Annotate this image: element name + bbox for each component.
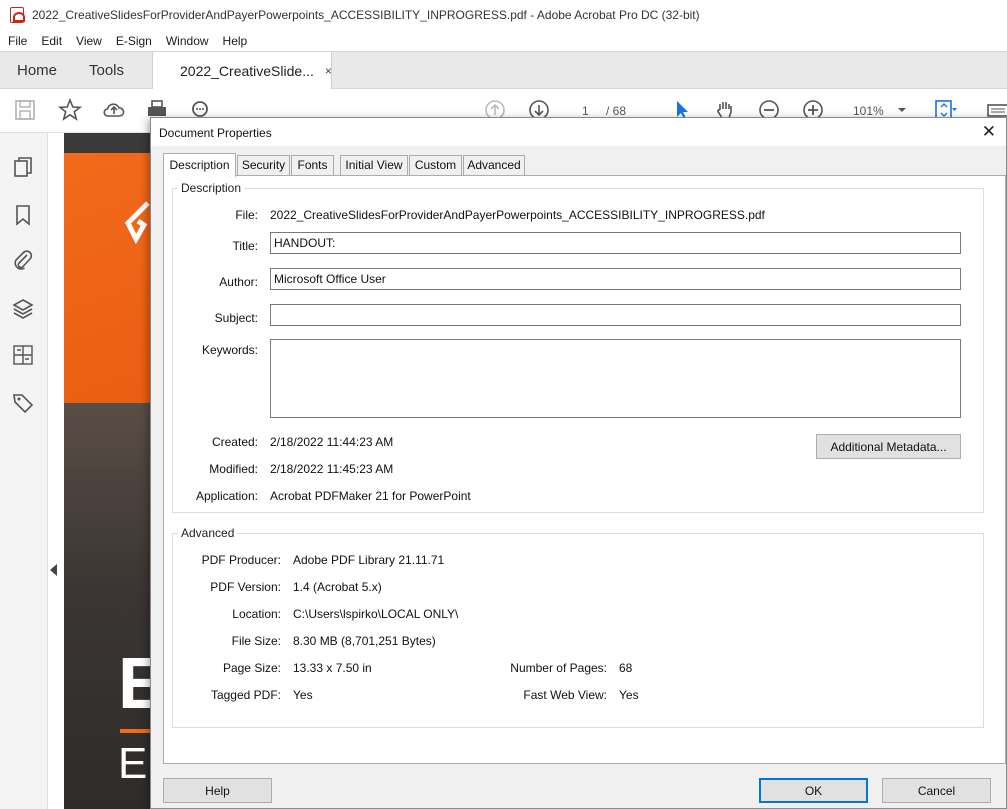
- page-number-input[interactable]: 1: [582, 104, 589, 118]
- title-field[interactable]: [270, 232, 961, 254]
- menu-esign[interactable]: E-Sign: [116, 34, 152, 48]
- content-structure-icon[interactable]: [11, 343, 35, 367]
- pdf-producer-value: Adobe PDF Library 21.11.71: [293, 553, 445, 567]
- tab-fonts[interactable]: Fonts: [291, 155, 334, 176]
- window-title: 2022_CreativeSlidesForProviderAndPayerPo…: [32, 8, 700, 22]
- tab-document[interactable]: 2022_CreativeSlide... ×: [152, 52, 332, 90]
- tagged-pdf-value: Yes: [293, 688, 313, 702]
- tagged-pdf-label: Tagged PDF:: [210, 688, 281, 702]
- description-tab-panel: Description File: 2022_CreativeSlidesFor…: [163, 175, 1006, 764]
- author-field[interactable]: [270, 268, 961, 290]
- menu-help[interactable]: Help: [223, 34, 248, 48]
- tab-tools[interactable]: Tools: [89, 52, 124, 89]
- cancel-button[interactable]: Cancel: [882, 778, 991, 803]
- fast-web-view-value: Yes: [619, 688, 639, 702]
- file-value: 2022_CreativeSlidesForProviderAndPayerPo…: [270, 208, 765, 222]
- acrobat-pdf-icon: [10, 7, 25, 23]
- author-label: Author:: [219, 275, 258, 289]
- close-icon[interactable]: ✕: [982, 121, 996, 143]
- title-bar: 2022_CreativeSlidesForProviderAndPayerPo…: [0, 0, 1007, 30]
- advanced-group-label: Advanced: [178, 526, 238, 540]
- dialog-title: Document Properties: [159, 126, 272, 140]
- collapse-panel-arrow-icon[interactable]: [50, 564, 57, 576]
- tab-home[interactable]: Home: [17, 52, 57, 89]
- created-value: 2/18/2022 11:44:23 AM: [270, 435, 394, 449]
- keywords-field[interactable]: [270, 339, 961, 418]
- pdf-version-value: 1.4 (Acrobat 5.x): [293, 580, 382, 594]
- close-tab-icon[interactable]: ×: [325, 64, 332, 78]
- location-value: C:\Users\lspirko\LOCAL ONLY\: [293, 607, 459, 621]
- document-tab-label: 2022_CreativeSlide...: [180, 63, 314, 79]
- layers-icon[interactable]: [11, 297, 35, 321]
- location-label: Location:: [232, 607, 281, 621]
- app-tab-bar: Home Tools 2022_CreativeSlide... ×: [0, 51, 1007, 90]
- document-properties-dialog: Document Properties ✕ Description Securi…: [150, 117, 1007, 809]
- subject-field[interactable]: [270, 304, 961, 326]
- tags-icon[interactable]: [11, 391, 35, 415]
- page-size-label: Page Size:: [222, 661, 281, 675]
- page-total: / 68: [606, 104, 627, 118]
- subject-label: Subject:: [214, 311, 258, 325]
- left-navigation-rail: [0, 133, 48, 809]
- menu-window[interactable]: Window: [166, 34, 209, 48]
- pdf-producer-label: PDF Producer:: [201, 553, 281, 567]
- fast-web-view-label: Fast Web View:: [523, 688, 607, 702]
- number-of-pages-label: Number of Pages:: [510, 661, 607, 675]
- number-of-pages-value: 68: [619, 661, 633, 675]
- file-size-value: 8.30 MB (8,701,251 Bytes): [293, 634, 436, 648]
- attachment-icon[interactable]: [11, 248, 35, 272]
- tab-initial-view[interactable]: Initial View: [340, 155, 408, 176]
- file-label: File:: [235, 208, 258, 222]
- keywords-label: Keywords:: [201, 343, 258, 357]
- modified-label: Modified:: [209, 462, 258, 476]
- save-icon[interactable]: [13, 98, 37, 122]
- bookmark-icon[interactable]: [11, 203, 35, 227]
- title-label: Title:: [232, 239, 258, 253]
- cloud-upload-icon[interactable]: [102, 98, 126, 122]
- menu-bar: File Edit View E-Sign Window Help: [0, 30, 1007, 51]
- ok-button[interactable]: OK: [759, 778, 868, 803]
- pages-icon[interactable]: [11, 155, 35, 179]
- application-label: Application:: [195, 489, 258, 503]
- description-group-label: Description: [178, 181, 245, 195]
- help-button[interactable]: Help: [163, 778, 272, 803]
- tab-description[interactable]: Description: [163, 153, 236, 177]
- bookmark-star-icon[interactable]: [58, 98, 82, 122]
- tab-security[interactable]: Security: [237, 155, 290, 176]
- zoom-level-dropdown[interactable]: 101%: [853, 104, 884, 118]
- tab-custom[interactable]: Custom: [409, 155, 462, 176]
- application-value: Acrobat PDFMaker 21 for PowerPoint: [270, 489, 471, 503]
- additional-metadata-button[interactable]: Additional Metadata...: [816, 434, 961, 459]
- tab-advanced[interactable]: Advanced: [463, 155, 525, 176]
- menu-view[interactable]: View: [76, 34, 102, 48]
- created-label: Created:: [211, 435, 258, 449]
- dialog-title-bar: Document Properties ✕: [151, 118, 1006, 146]
- slide-subheading-text: E: [118, 739, 148, 788]
- file-size-label: File Size:: [231, 634, 281, 648]
- modified-value: 2/18/2022 11:45:23 AM: [270, 462, 394, 476]
- pdf-version-label: PDF Version:: [210, 580, 281, 594]
- menu-file[interactable]: File: [8, 34, 27, 48]
- menu-edit[interactable]: Edit: [41, 34, 62, 48]
- page-size-value: 13.33 x 7.50 in: [293, 661, 372, 675]
